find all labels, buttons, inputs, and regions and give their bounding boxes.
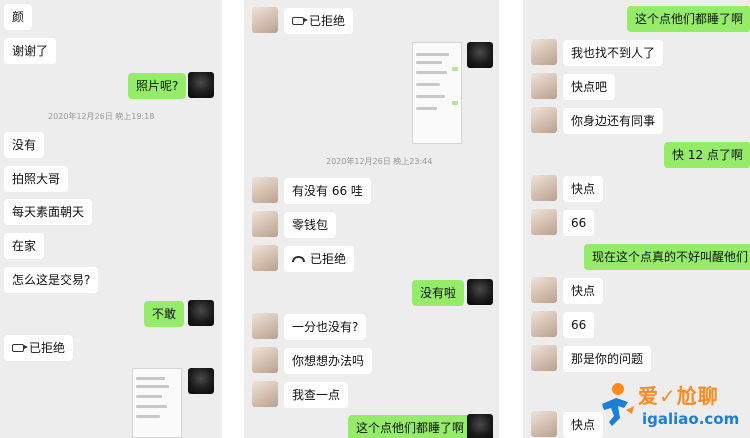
message-bubble[interactable]: 拍照大哥 — [4, 166, 69, 192]
avatar[interactable] — [467, 42, 493, 68]
message-bubble[interactable]: 我查一点 — [284, 382, 349, 408]
message-bubble[interactable]: 快点吧 — [563, 74, 616, 100]
avatar[interactable] — [188, 300, 214, 326]
video-call-icon — [292, 16, 308, 25]
message-bubble[interactable]: 怎么这是交易? — [4, 267, 99, 293]
avatar[interactable] — [531, 311, 557, 337]
call-record-bubble[interactable]: 已拒绝 — [4, 335, 74, 361]
avatar[interactable] — [467, 414, 493, 438]
message-bubble[interactable]: 我也找不到人了 — [563, 40, 664, 66]
message-bubble[interactable]: 零钱包 — [284, 212, 337, 238]
message-bubble[interactable]: 快点 — [563, 278, 604, 304]
message-bubble-outgoing[interactable]: 照片呢? — [128, 73, 187, 99]
message-bubble[interactable]: 快点 — [563, 176, 604, 202]
message-bubble[interactable]: 每天素面朝天 — [4, 199, 93, 225]
avatar[interactable] — [467, 279, 493, 305]
watermark-figure-icon — [602, 383, 634, 426]
message-bubble[interactable]: 你想想办法吗 — [284, 348, 373, 374]
avatar[interactable] — [531, 209, 557, 235]
avatar[interactable] — [252, 7, 278, 33]
call-record-bubble[interactable]: 已拒绝 — [284, 246, 355, 272]
message-bubble[interactable]: 没有 — [4, 132, 45, 158]
avatar[interactable] — [531, 345, 557, 371]
screenshot-thumbnail[interactable] — [132, 368, 182, 438]
avatar[interactable] — [531, 175, 557, 201]
message-bubble[interactable]: 有没有 66 哇 — [284, 178, 371, 204]
avatar[interactable] — [252, 313, 278, 339]
message-bubble[interactable]: 在家 — [4, 233, 45, 259]
chat-panel-1: 颜 谢谢了 照片呢? 2020年12月26日 晚上19:18 没有 拍照大哥 每… — [0, 0, 222, 438]
avatar[interactable] — [252, 177, 278, 203]
chat-panel-2: 已拒绝 2020年12月26日 晚上23:44 有没有 66 哇 零钱包 已拒绝… — [244, 0, 499, 438]
avatar[interactable] — [531, 107, 557, 133]
avatar[interactable] — [531, 73, 557, 99]
avatar[interactable] — [531, 39, 557, 65]
message-bubble-outgoing[interactable]: 这个点他们都睡了啊 — [348, 415, 473, 438]
message-bubble-outgoing[interactable]: 现在这个点真的不好叫醒他们 — [584, 244, 750, 270]
avatar[interactable] — [252, 245, 278, 271]
avatar[interactable] — [252, 211, 278, 237]
message-bubble-outgoing[interactable]: 没有啦 — [412, 280, 465, 306]
message-bubble[interactable]: 66 — [563, 210, 595, 236]
message-bubble[interactable]: 一分也没有? — [284, 314, 367, 340]
message-bubble[interactable]: 你身边还有同事 — [563, 108, 664, 134]
screenshot-thumbnail[interactable] — [412, 42, 462, 144]
phone-hangup-icon — [292, 255, 305, 262]
avatar[interactable] — [252, 347, 278, 373]
chat-panel-3: 这个点他们都睡了啊 我也找不到人了 快点吧 你身边还有同事 快 12 点了啊 快… — [523, 0, 750, 438]
watermark-title: 爱✓尬聊 — [638, 384, 719, 408]
avatar[interactable] — [252, 381, 278, 407]
message-bubble-outgoing[interactable]: 快 12 点了啊 — [664, 142, 750, 168]
avatar[interactable] — [188, 72, 214, 98]
timestamp: 2020年12月26日 晚上23:44 — [326, 157, 433, 166]
avatar[interactable] — [531, 277, 557, 303]
site-watermark: 爱✓尬聊 igaliao.com — [596, 376, 746, 436]
video-call-icon — [12, 343, 28, 352]
message-bubble-outgoing[interactable]: 不敢 — [144, 301, 185, 327]
message-bubble-outgoing[interactable]: 这个点他们都睡了啊 — [627, 6, 750, 32]
message-bubble[interactable]: 66 — [563, 312, 595, 338]
message-bubble[interactable]: 那是你的问题 — [563, 346, 652, 372]
watermark-url: igaliao.com — [642, 410, 740, 428]
avatar[interactable] — [188, 368, 214, 394]
message-bubble[interactable]: 颜 — [4, 4, 33, 30]
message-bubble[interactable]: 谢谢了 — [4, 38, 57, 64]
timestamp: 2020年12月26日 晚上19:18 — [48, 112, 155, 121]
call-record-bubble[interactable]: 已拒绝 — [284, 8, 354, 34]
avatar[interactable] — [531, 411, 557, 437]
